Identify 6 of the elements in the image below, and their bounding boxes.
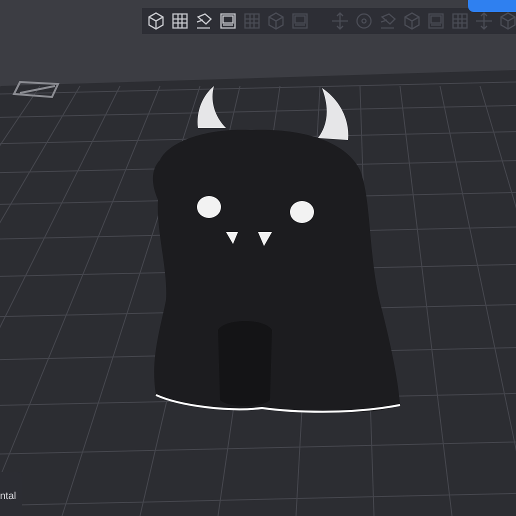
toolbar-button[interactable] — [194, 11, 214, 31]
toolbar-button[interactable] — [146, 11, 166, 31]
plate-outline-icon — [13, 80, 60, 98]
panel-label: ntal — [0, 491, 16, 503]
toolbar-button[interactable] — [218, 11, 238, 31]
toolbar-button[interactable] — [170, 11, 190, 31]
